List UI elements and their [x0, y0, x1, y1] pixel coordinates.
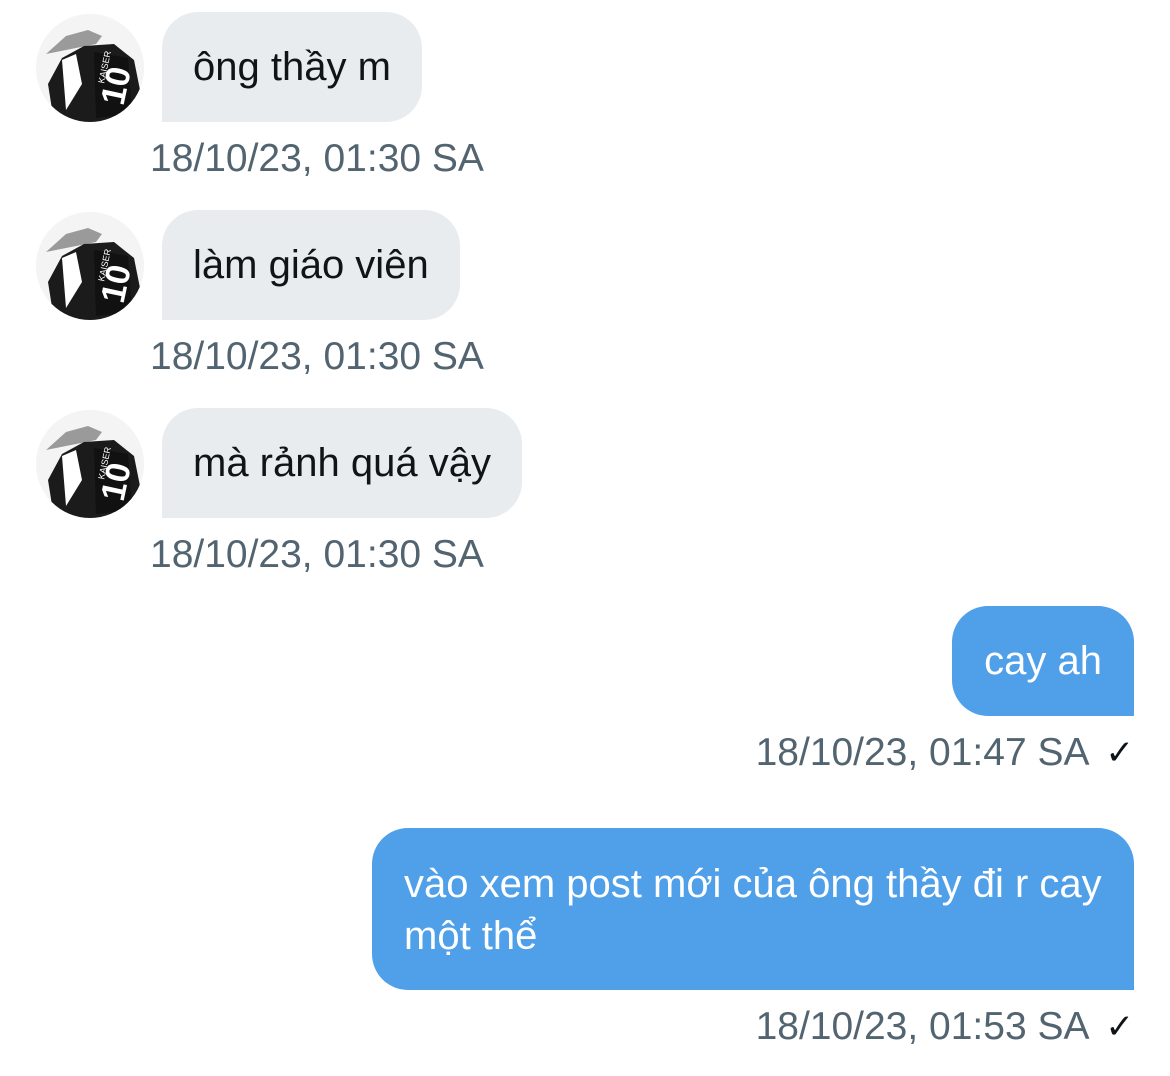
message-timestamp: 18/10/23, 01:30 SA: [150, 335, 484, 378]
incoming-message-bubble[interactable]: làm giáo viên: [162, 210, 460, 320]
avatar[interactable]: 10 KAISER: [36, 14, 144, 122]
user-avatar-icon: 10 KAISER: [36, 212, 144, 320]
message-text: mà rảnh quá vậy: [193, 441, 491, 485]
message-timestamp: 18/10/23, 01:30 SA: [150, 533, 484, 576]
message-text: vào xem post mới của ông thầy đi r cay m…: [404, 862, 1102, 958]
incoming-message-bubble[interactable]: mà rảnh quá vậy: [162, 408, 522, 518]
sent-check-icon: ✓: [1105, 734, 1135, 772]
outgoing-message-bubble[interactable]: cay ah: [952, 606, 1134, 716]
user-avatar-icon: 10 KAISER: [36, 410, 144, 518]
avatar[interactable]: 10 KAISER: [36, 212, 144, 320]
outgoing-message-bubble[interactable]: vào xem post mới của ông thầy đi r cay m…: [372, 828, 1134, 990]
message-text: ông thầy m: [193, 45, 391, 89]
message-timestamp: 18/10/23, 01:30 SA: [150, 137, 484, 180]
message-timestamp-row: 18/10/23, 01:47 SA ✓: [756, 731, 1134, 775]
sent-check-icon: ✓: [1105, 1008, 1135, 1046]
message-timestamp: 18/10/23, 01:53 SA: [755, 1005, 1090, 1048]
message-text: làm giáo viên: [193, 243, 429, 287]
message-timestamp-row: 18/10/23, 01:53 SA ✓: [756, 1005, 1134, 1049]
incoming-message-bubble[interactable]: ông thầy m: [162, 12, 422, 122]
avatar[interactable]: 10 KAISER: [36, 410, 144, 518]
message-text: cay ah: [984, 639, 1102, 683]
user-avatar-icon: 10 KAISER: [36, 14, 144, 122]
message-timestamp: 18/10/23, 01:47 SA: [755, 731, 1090, 774]
